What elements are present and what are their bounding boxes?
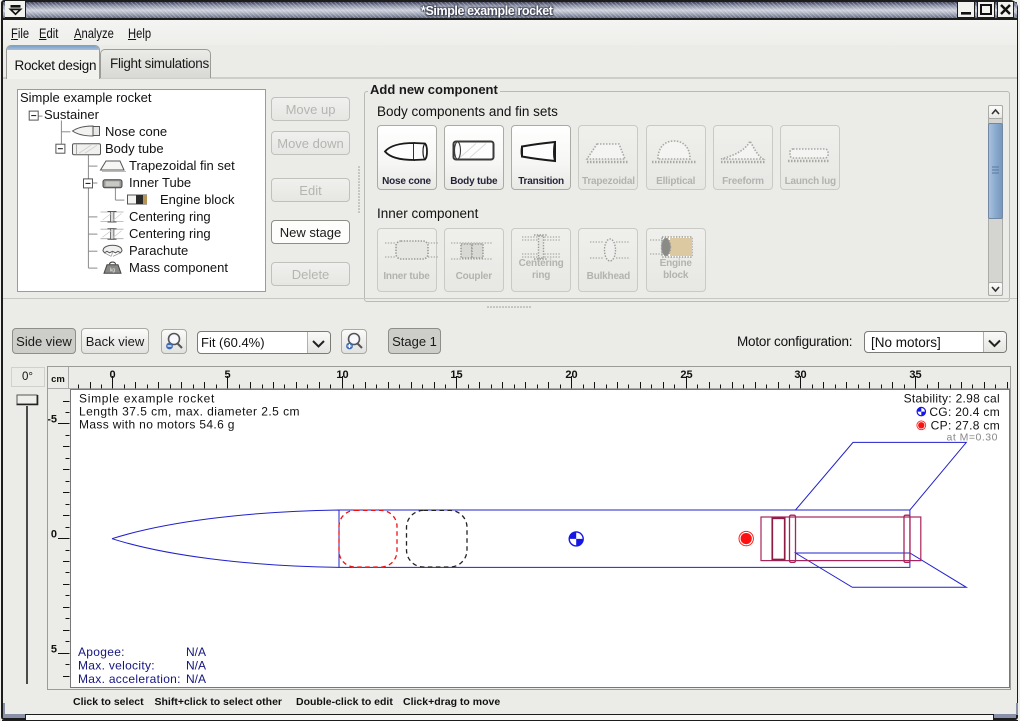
svg-text:at M=0.30: at M=0.30 bbox=[947, 432, 999, 444]
svg-text:Max. velocity:: Max. velocity: bbox=[78, 659, 155, 673]
svg-text:Simple example rocket: Simple example rocket bbox=[79, 392, 215, 406]
svg-text:cm: cm bbox=[51, 374, 65, 385]
svg-text:0: 0 bbox=[51, 529, 57, 541]
svg-text:5: 5 bbox=[224, 369, 230, 381]
svg-text:-5: -5 bbox=[48, 414, 57, 426]
svg-text:0: 0 bbox=[109, 369, 115, 381]
svg-text:N/A: N/A bbox=[186, 645, 206, 659]
svg-text:Length 37.5 cm, max. diameter: Length 37.5 cm, max. diameter 2.5 cm bbox=[79, 405, 300, 419]
svg-text:CP: 27.8 cm: CP: 27.8 cm bbox=[931, 419, 1000, 433]
svg-text:15: 15 bbox=[450, 369, 462, 381]
svg-text:CG: 20.4 cm: CG: 20.4 cm bbox=[929, 405, 1000, 419]
svg-text:Max. acceleration:: Max. acceleration: bbox=[78, 672, 181, 686]
svg-text:30: 30 bbox=[794, 369, 806, 381]
svg-text:N/A: N/A bbox=[186, 659, 206, 673]
svg-text:25: 25 bbox=[680, 369, 692, 381]
svg-text:Stability: 2.98 cal: Stability: 2.98 cal bbox=[904, 392, 1000, 406]
svg-text:5: 5 bbox=[51, 644, 57, 656]
svg-text:Mass with no motors 54.6 g: Mass with no motors 54.6 g bbox=[79, 418, 235, 432]
svg-text:35: 35 bbox=[909, 369, 921, 381]
svg-text:20: 20 bbox=[565, 369, 577, 381]
svg-text:10: 10 bbox=[336, 369, 348, 381]
svg-text:kg: kg bbox=[110, 267, 116, 273]
svg-text:Apogee:: Apogee: bbox=[78, 645, 125, 659]
svg-text:N/A: N/A bbox=[186, 672, 206, 686]
